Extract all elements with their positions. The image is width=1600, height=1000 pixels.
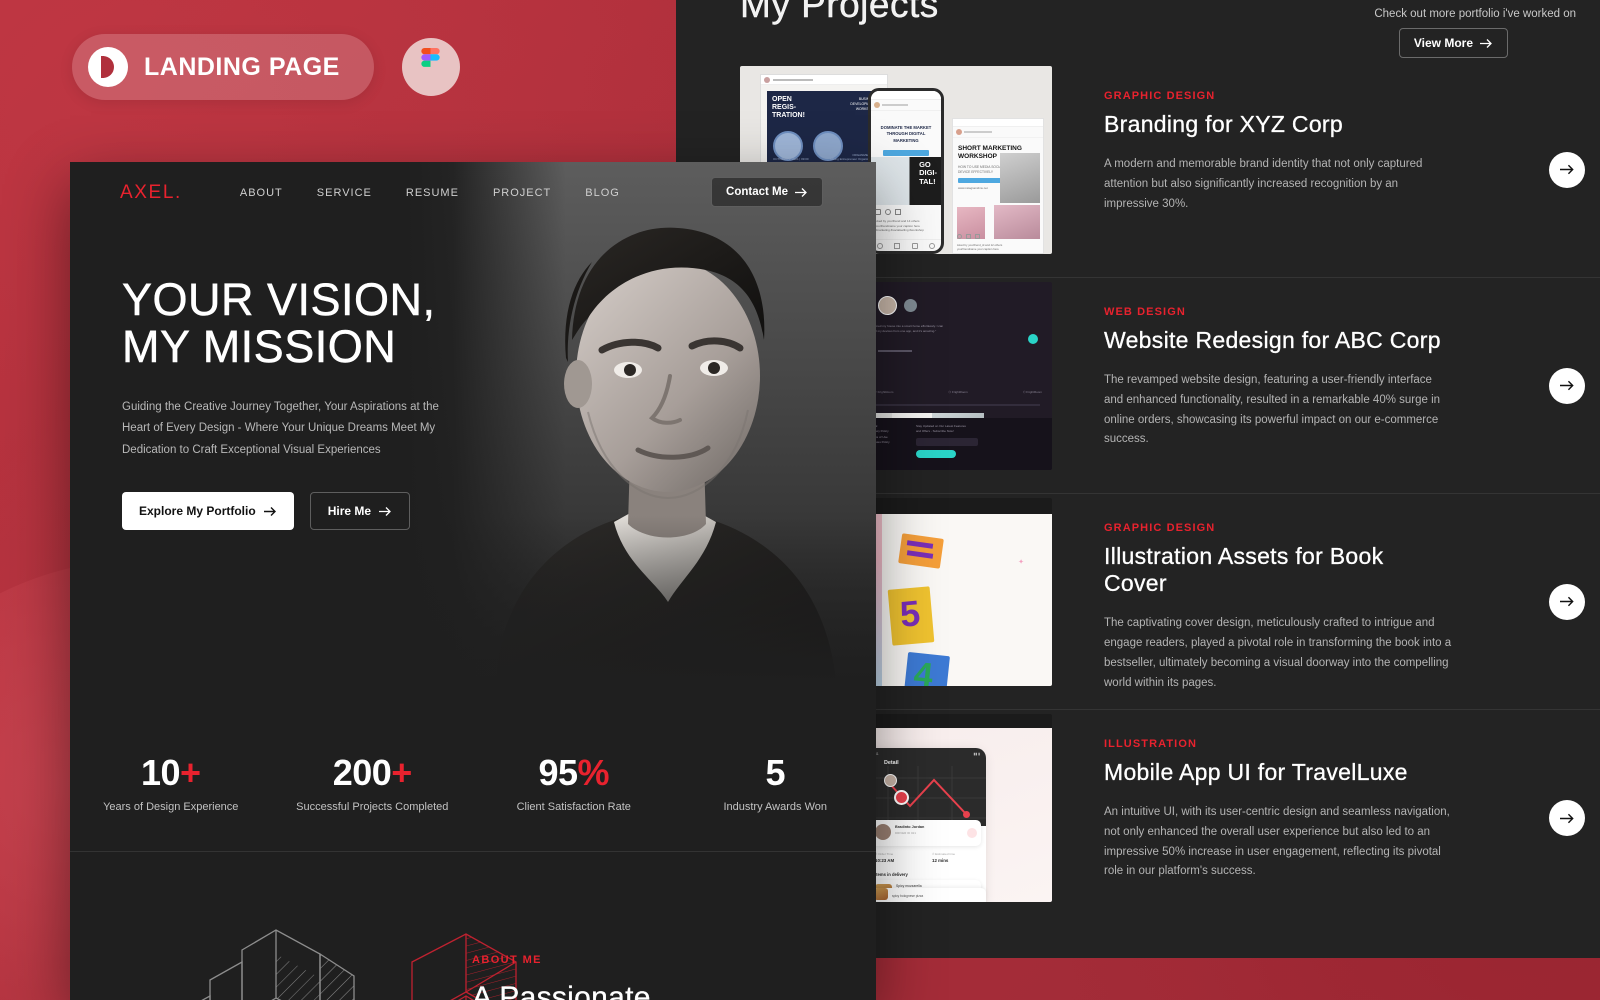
stat-number: 200 — [332, 752, 392, 793]
nav-links: ABOUT SERVICE RESUME PROJECT BLOG — [240, 187, 620, 199]
stat-number: 95 — [538, 752, 578, 793]
project-description: An intuitive UI, with its user-centric d… — [1104, 806, 1450, 878]
explore-portfolio-button[interactable]: Explore My Portfolio — [122, 492, 294, 531]
arrow-right-icon — [1559, 380, 1574, 391]
project-arrow-button[interactable] — [1549, 583, 1585, 620]
project-info: WEB DESIGN Website Redesign for ABC Corp… — [1052, 278, 1452, 450]
stat-label: Years of Design Experience — [103, 801, 239, 813]
stat-value: 5 — [675, 752, 877, 794]
arrow-right-icon — [1559, 813, 1574, 823]
stat-item: 10+ Years of Design Experience — [70, 734, 272, 851]
hero-buttons: Explore My Portfolio Hire Me — [122, 492, 552, 531]
arrow-right-icon — [263, 506, 276, 516]
stats-row: 10+ Years of Design Experience 200+ Succ… — [70, 734, 876, 852]
project-title: Website Redesign for ABC Corp — [1104, 327, 1441, 353]
projects-title: My Projects — [740, 0, 939, 25]
stat-value: 95% — [473, 752, 675, 794]
nav-item-resume[interactable]: RESUME — [406, 187, 459, 199]
project-arrow-button[interactable] — [1549, 800, 1585, 836]
view-more-label: View More — [1413, 36, 1473, 50]
stat-item: 200+ Successful Projects Completed — [272, 734, 474, 851]
pitch-logo-icon — [88, 47, 128, 87]
project-title: Branding for XYZ Corp — [1104, 111, 1343, 137]
hero-paragraph: Guiding the Creative Journey Together, Y… — [122, 400, 439, 457]
badge-label: LANDING PAGE — [144, 52, 340, 81]
stat-value: 10+ — [70, 752, 272, 794]
project-arrow-button[interactable] — [1549, 151, 1585, 188]
hire-me-button[interactable]: Hire Me — [309, 492, 411, 531]
about-tag: ABOUT ME — [472, 954, 542, 966]
arrow-right-icon — [1480, 38, 1492, 48]
project-category: WEB DESIGN — [1104, 306, 1186, 318]
project-arrow-button[interactable] — [1549, 367, 1585, 404]
landing-page-card: AXEL. ABOUT SERVICE RESUME PROJECT BLOG … — [70, 162, 876, 1000]
about-copy: ABOUT ME A Passionate Creative Designer … — [472, 954, 832, 1000]
about-section: ABOUT ME A Passionate Creative Designer … — [70, 854, 876, 1000]
thumb-phone-front: 9:41 ▮▮ ▮ ‹ Detail — [866, 748, 986, 902]
about-heading-line1: A Passionate — [472, 981, 651, 1000]
about-heading: A Passionate Creative Designer — [472, 980, 832, 1000]
stat-suffix: + — [180, 752, 201, 793]
project-info: GRAPHIC DESIGN Branding for XYZ Corp A m… — [1052, 62, 1452, 214]
explore-portfolio-label: Explore My Portfolio — [139, 504, 256, 519]
projects-subtitle: Check out more portfolio i've worked on — [1374, 8, 1576, 20]
stat-value: 200+ — [272, 752, 474, 794]
nav-item-blog[interactable]: BLOG — [585, 187, 620, 199]
arrow-right-icon — [379, 506, 391, 516]
landing-navbar: AXEL. ABOUT SERVICE RESUME PROJECT BLOG — [70, 162, 876, 224]
view-more-button[interactable]: View More — [1398, 28, 1508, 58]
stat-label: Client Satisfaction Rate — [516, 801, 631, 813]
site-logo[interactable]: AXEL. — [120, 182, 182, 204]
logo-accent-letter: A — [120, 182, 135, 203]
nav-item-about[interactable]: ABOUT — [240, 187, 283, 199]
project-description: The captivating cover design, meticulous… — [1104, 617, 1452, 689]
badge-row: LANDING PAGE — [72, 34, 460, 100]
stat-item: 95% Client Satisfaction Rate — [473, 734, 675, 851]
logo-rest: XEL. — [134, 182, 182, 203]
stat-number: 5 — [765, 752, 786, 793]
thumb-phone: DOMINATE THE MARKET THROUGH DIGITAL MARK… — [868, 88, 944, 254]
project-info: ILLUSTRATION Mobile App UI for TravelLux… — [1052, 710, 1452, 882]
hire-me-label: Hire Me — [327, 504, 372, 519]
stat-number: 10 — [140, 752, 181, 793]
project-category: ILLUSTRATION — [1104, 738, 1198, 750]
landing-page-badge: LANDING PAGE — [72, 34, 374, 100]
stat-suffix: % — [577, 752, 610, 793]
hero-title-line1: YOUR VISION, — [122, 274, 436, 325]
stat-label: Successful Projects Completed — [296, 801, 449, 813]
hero-copy: YOUR VISION, MY MISSION Guiding the Crea… — [122, 274, 552, 531]
hero-title-line2: MY MISSION — [122, 320, 397, 372]
project-title: Illustration Assets for Book Cover — [1104, 543, 1384, 597]
projects-header: My Projects Check out more portfolio i'v… — [676, 0, 1600, 62]
hero-section: AXEL. ABOUT SERVICE RESUME PROJECT BLOG … — [70, 162, 876, 682]
hero-title: YOUR VISION, MY MISSION — [122, 274, 552, 372]
nav-item-project[interactable]: PROJECT — [493, 187, 551, 199]
project-description: The revamped website design, featuring a… — [1104, 374, 1441, 446]
stat-item: 5 Industry Awards Won — [675, 734, 877, 851]
arrow-right-icon — [1559, 164, 1574, 175]
stat-label: Industry Awards Won — [723, 801, 828, 813]
project-description: A modern and memorable brand identity th… — [1104, 158, 1423, 210]
project-category: GRAPHIC DESIGN — [1104, 522, 1216, 534]
project-title: Mobile App UI for TravelLuxe — [1104, 759, 1408, 785]
figma-glyph — [421, 48, 440, 67]
figma-icon — [401, 38, 460, 96]
thumb-feed-card: SHORT MARKETING WORKSHOP HOW TO USE MEDI… — [952, 118, 1044, 254]
stat-suffix: + — [391, 752, 412, 793]
project-category: GRAPHIC DESIGN — [1104, 90, 1216, 102]
nav-item-service[interactable]: SERVICE — [317, 187, 372, 199]
project-info: GRAPHIC DESIGN Illustration Assets for B… — [1052, 494, 1452, 693]
arrow-right-icon — [1559, 596, 1574, 607]
